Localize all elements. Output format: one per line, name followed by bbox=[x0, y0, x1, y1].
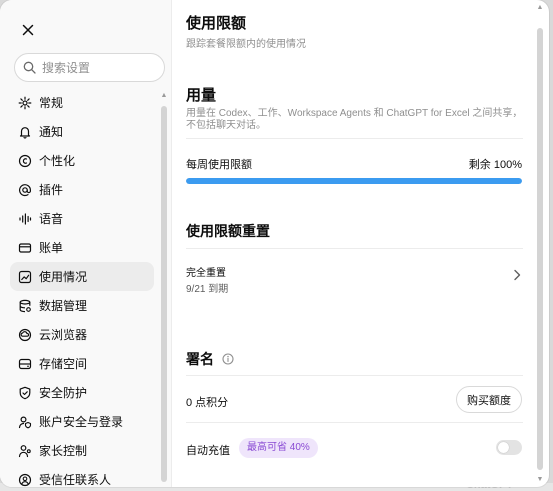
weekly-limit-progress bbox=[186, 178, 522, 184]
sidebar-item-label: 插件 bbox=[39, 183, 64, 197]
close-button[interactable] bbox=[16, 18, 40, 42]
sidebar-scroll-thumb[interactable] bbox=[161, 106, 167, 482]
sidebar-item-label: 账单 bbox=[39, 241, 64, 255]
sidebar-item-account-security[interactable]: 账户安全与登录 bbox=[10, 407, 154, 436]
sidebar-item-label: 云浏览器 bbox=[39, 328, 88, 342]
database-icon bbox=[18, 299, 32, 313]
page-subtitle: 跟踪套餐限额内的使用情况 bbox=[186, 39, 306, 50]
sidebar-item-storage[interactable]: 存储空间 bbox=[10, 349, 154, 378]
weekly-limit-progress-fill bbox=[186, 178, 522, 184]
card-icon bbox=[18, 241, 32, 255]
full-reset-date: 9/21 到期 bbox=[186, 284, 229, 295]
divider bbox=[186, 138, 523, 139]
weekly-limit-label: 每周使用限额 bbox=[186, 159, 252, 171]
usage-description: 用量在 Codex、工作、Workspace Agents 和 ChatGPT … bbox=[186, 108, 523, 131]
weekly-limit-remaining: 剩余 100% bbox=[468, 159, 522, 171]
sidebar-item-general[interactable]: 常规 bbox=[10, 88, 154, 117]
scroll-down-arrow-icon[interactable]: ▼ bbox=[536, 476, 544, 484]
toggle-knob bbox=[498, 442, 509, 453]
credits-balance: 0 点积分 bbox=[186, 397, 229, 409]
trusted-contact-icon bbox=[18, 473, 32, 487]
sidebar-scrollbar[interactable]: ▲ bbox=[160, 92, 168, 482]
storage-icon bbox=[18, 357, 32, 371]
sidebar-item-label: 数据管理 bbox=[39, 299, 88, 313]
settings-sidebar: 常规 通知 个性化 插件 bbox=[0, 0, 172, 487]
divider bbox=[186, 422, 523, 423]
full-reset-title: 完全重置 bbox=[186, 268, 226, 279]
sidebar-item-plugins[interactable]: 插件 bbox=[10, 175, 154, 204]
sidebar-item-voice[interactable]: 语音 bbox=[10, 204, 154, 233]
settings-nav: 常规 通知 个性化 插件 语音 账单 使用情况 数据管理 云浏览器 存储空间 安… bbox=[10, 88, 154, 487]
parent-icon bbox=[18, 444, 32, 458]
credits-section-title: 署名 bbox=[186, 349, 234, 369]
content-scroll-thumb[interactable] bbox=[537, 28, 543, 470]
sidebar-item-label: 个性化 bbox=[39, 154, 76, 168]
waveform-icon bbox=[18, 212, 32, 226]
sidebar-item-personalization[interactable]: 个性化 bbox=[10, 146, 154, 175]
at-icon bbox=[18, 183, 32, 197]
chevron-right-icon bbox=[514, 269, 521, 281]
sidebar-item-label: 受信任联系人 bbox=[39, 473, 112, 487]
sidebar-item-security[interactable]: 安全防护 bbox=[10, 378, 154, 407]
account-security-icon bbox=[18, 415, 32, 429]
cloud-icon bbox=[18, 328, 32, 342]
divider bbox=[186, 248, 523, 249]
scroll-up-arrow-icon[interactable]: ▲ bbox=[160, 92, 168, 100]
gear-icon bbox=[18, 96, 32, 110]
sidebar-item-trusted-contacts[interactable]: 受信任联系人 bbox=[10, 465, 154, 487]
close-icon bbox=[22, 24, 34, 36]
settings-dialog: 常规 通知 个性化 插件 bbox=[0, 0, 549, 487]
usage-section-title: 用量 bbox=[186, 87, 217, 104]
sidebar-item-cloud-browser[interactable]: 云浏览器 bbox=[10, 320, 154, 349]
search-icon bbox=[23, 61, 36, 74]
settings-content: 使用限额 跟踪套餐限额内的使用情况 用量 用量在 Codex、工作、Worksp… bbox=[186, 0, 523, 487]
sidebar-item-notifications[interactable]: 通知 bbox=[10, 117, 154, 146]
shield-icon bbox=[18, 386, 32, 400]
sidebar-item-data-controls[interactable]: 数据管理 bbox=[10, 291, 154, 320]
credits-title-text: 署名 bbox=[186, 351, 214, 367]
info-icon[interactable] bbox=[222, 353, 234, 365]
auto-topup-label: 自动充值 bbox=[186, 445, 230, 457]
sidebar-item-label: 语音 bbox=[39, 212, 64, 226]
bell-icon bbox=[18, 125, 32, 139]
sidebar-item-usage[interactable]: 使用情况 bbox=[10, 262, 154, 291]
sidebar-item-label: 通知 bbox=[39, 125, 64, 139]
sidebar-item-label: 存储空间 bbox=[39, 357, 88, 371]
auto-topup-toggle[interactable] bbox=[496, 440, 522, 455]
page-title: 使用限额 bbox=[186, 15, 247, 32]
sidebar-item-label: 常规 bbox=[39, 96, 64, 110]
buy-credits-button[interactable]: 购买额度 bbox=[456, 386, 522, 413]
divider bbox=[186, 375, 523, 376]
sidebar-item-label: 安全防护 bbox=[39, 386, 88, 400]
sidebar-item-billing[interactable]: 账单 bbox=[10, 233, 154, 262]
settings-search[interactable] bbox=[14, 53, 165, 82]
reset-section-title: 使用限额重置 bbox=[186, 223, 270, 239]
sidebar-item-parental-controls[interactable]: 家长控制 bbox=[10, 436, 154, 465]
sidebar-item-label: 使用情况 bbox=[39, 270, 88, 284]
scroll-up-arrow-icon[interactable]: ▲ bbox=[536, 4, 544, 12]
search-input[interactable] bbox=[42, 60, 152, 75]
sidebar-item-label: 家长控制 bbox=[39, 444, 88, 458]
chart-icon bbox=[18, 270, 32, 284]
full-reset-row[interactable]: 完全重置 9/21 到期 bbox=[186, 256, 523, 300]
sidebar-item-label: 账户安全与登录 bbox=[39, 415, 124, 429]
savings-badge: 最高可省 40% bbox=[239, 438, 318, 458]
personalize-icon bbox=[18, 154, 32, 168]
content-scrollbar[interactable]: ▲ ▼ bbox=[536, 4, 544, 484]
